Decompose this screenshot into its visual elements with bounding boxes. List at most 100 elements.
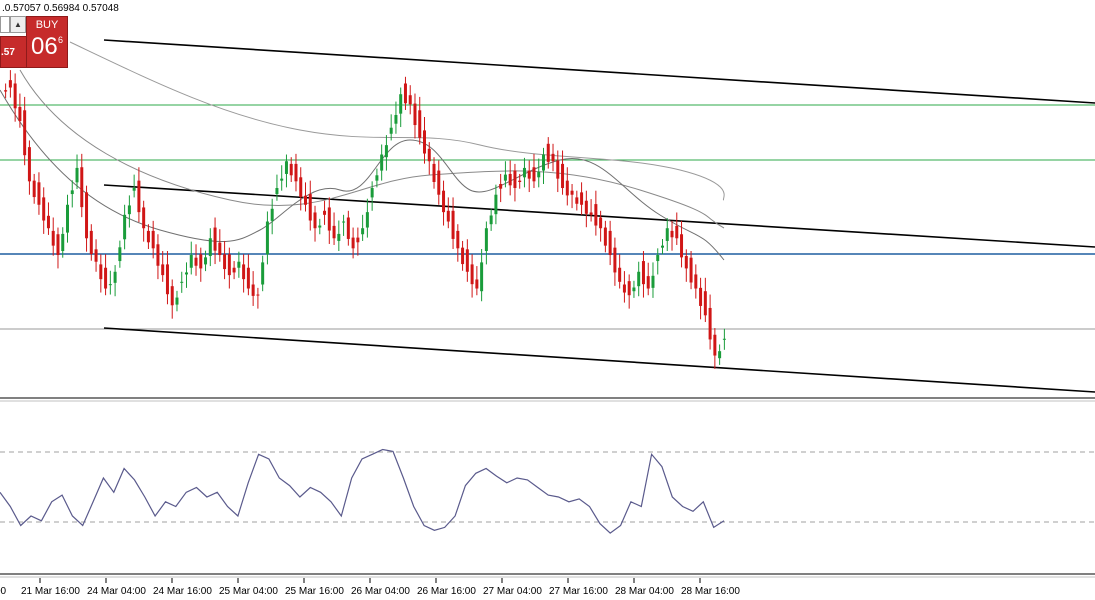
- candle-bear: [475, 279, 479, 289]
- candle-bear: [456, 230, 460, 249]
- candle-bull: [75, 167, 79, 183]
- time-axis-label: 25 Mar 04:00: [219, 586, 278, 597]
- candle-bear: [589, 212, 593, 215]
- candle-bear: [408, 95, 412, 105]
- candle-bear: [18, 106, 22, 122]
- buy-button[interactable]: BUY 06 6: [26, 16, 68, 68]
- buy-button-label: BUY: [35, 19, 59, 31]
- candle-bull: [180, 281, 184, 283]
- candle-bull: [237, 261, 241, 268]
- candle-bear: [32, 180, 36, 198]
- candle-bear: [437, 170, 441, 195]
- candle-bear: [23, 110, 27, 156]
- candle-bear: [80, 167, 84, 208]
- candle-bear: [151, 230, 155, 249]
- time-axis-label: 24 Mar 04:00: [87, 586, 146, 597]
- candle-bull: [503, 174, 507, 181]
- candle-bear: [684, 256, 688, 269]
- candle-bull: [123, 214, 127, 240]
- candle-bull: [494, 194, 498, 215]
- candle-bear: [546, 143, 550, 162]
- candle-bull: [337, 233, 341, 241]
- candle-bear: [51, 230, 55, 246]
- candle-bear: [532, 167, 536, 182]
- candle-bear: [513, 170, 517, 189]
- candle-bull: [380, 154, 384, 171]
- candle-bear: [104, 267, 108, 289]
- candle-bear: [599, 217, 603, 229]
- candle-bear: [675, 225, 679, 239]
- candle-bull: [365, 212, 369, 228]
- price-prefix: .57: [1, 47, 15, 58]
- candle-bear: [608, 230, 612, 256]
- time-axis-label: 26 Mar 04:00: [351, 586, 410, 597]
- candle-bear: [308, 194, 312, 221]
- candle-bear: [294, 163, 298, 182]
- price-chart[interactable]: 00 21 Mar 16:00 24 Mar 04:00 24 Mar 16:00 25…: [0, 0, 1095, 600]
- candle-bear: [570, 190, 574, 195]
- time-axis-label: 27 Mar 04:00: [483, 586, 542, 597]
- candle-bear: [323, 210, 327, 215]
- candle-bear: [641, 261, 645, 285]
- candle-bear: [94, 249, 98, 262]
- candle-bear: [451, 210, 455, 239]
- candle-bear: [251, 284, 255, 296]
- chart-background: [0, 0, 1095, 600]
- time-axis-label: 28 Mar 16:00: [681, 586, 740, 597]
- candle-bear: [170, 286, 174, 306]
- one-click-trading-panel: ▲ .57 BUY 06 6: [0, 16, 68, 68]
- candle-bear: [199, 254, 203, 269]
- candle-bear: [646, 276, 650, 289]
- candle-bull: [108, 284, 112, 286]
- candle-bear: [213, 227, 217, 251]
- candle-bull: [61, 233, 65, 251]
- candle-bear: [446, 210, 450, 222]
- candle-bear: [561, 163, 565, 189]
- candle-bear: [137, 180, 141, 213]
- volume-selector[interactable]: [0, 16, 10, 33]
- candle-bull: [280, 178, 284, 181]
- candle-bear: [56, 234, 60, 256]
- candle-bull: [375, 175, 379, 181]
- candle-bear: [508, 173, 512, 186]
- candle-bear: [699, 287, 703, 306]
- candle-bull: [113, 271, 117, 283]
- candle-bull: [342, 221, 346, 223]
- candle-bull: [270, 208, 274, 221]
- buy-price-pipette: 6: [58, 35, 64, 45]
- time-axis-label: 26 Mar 16:00: [417, 586, 476, 597]
- ohlc-readout: .0.57057 0.56984 0.57048: [2, 3, 119, 14]
- candle-bear: [551, 153, 555, 162]
- time-axis-label: 25 Mar 16:00: [285, 586, 344, 597]
- candle-bear: [470, 264, 474, 285]
- price-prefix-box: .57: [0, 36, 28, 68]
- candle-bull: [384, 145, 388, 158]
- candle-bear: [461, 247, 465, 265]
- candle-bear: [575, 197, 579, 204]
- candle-bull: [70, 190, 74, 195]
- candle-bear: [418, 110, 422, 138]
- candle-bull: [318, 225, 322, 228]
- candle-bear: [232, 267, 236, 273]
- candle-bull: [284, 161, 288, 174]
- volume-up-arrow-icon[interactable]: ▲: [10, 16, 26, 33]
- candle-bear: [403, 83, 407, 104]
- candle-bear: [8, 80, 12, 88]
- candle-bear: [356, 237, 360, 243]
- candle-bear: [527, 170, 531, 179]
- candle-bear: [146, 230, 150, 243]
- candle-bull: [394, 114, 398, 124]
- candle-bull: [261, 262, 265, 285]
- candle-bear: [442, 190, 446, 213]
- time-axis-label: 24 Mar 16:00: [153, 586, 212, 597]
- candle-bear: [670, 230, 674, 238]
- candle-bear: [622, 284, 626, 293]
- candle-bear: [13, 83, 17, 109]
- candle-bull: [361, 228, 365, 235]
- candle-bull: [265, 221, 269, 255]
- candle-bull: [189, 255, 193, 268]
- candle-bull: [722, 338, 726, 340]
- candle-bear: [194, 257, 198, 266]
- buy-price-big: 06: [31, 33, 58, 60]
- candle-bull: [66, 204, 69, 233]
